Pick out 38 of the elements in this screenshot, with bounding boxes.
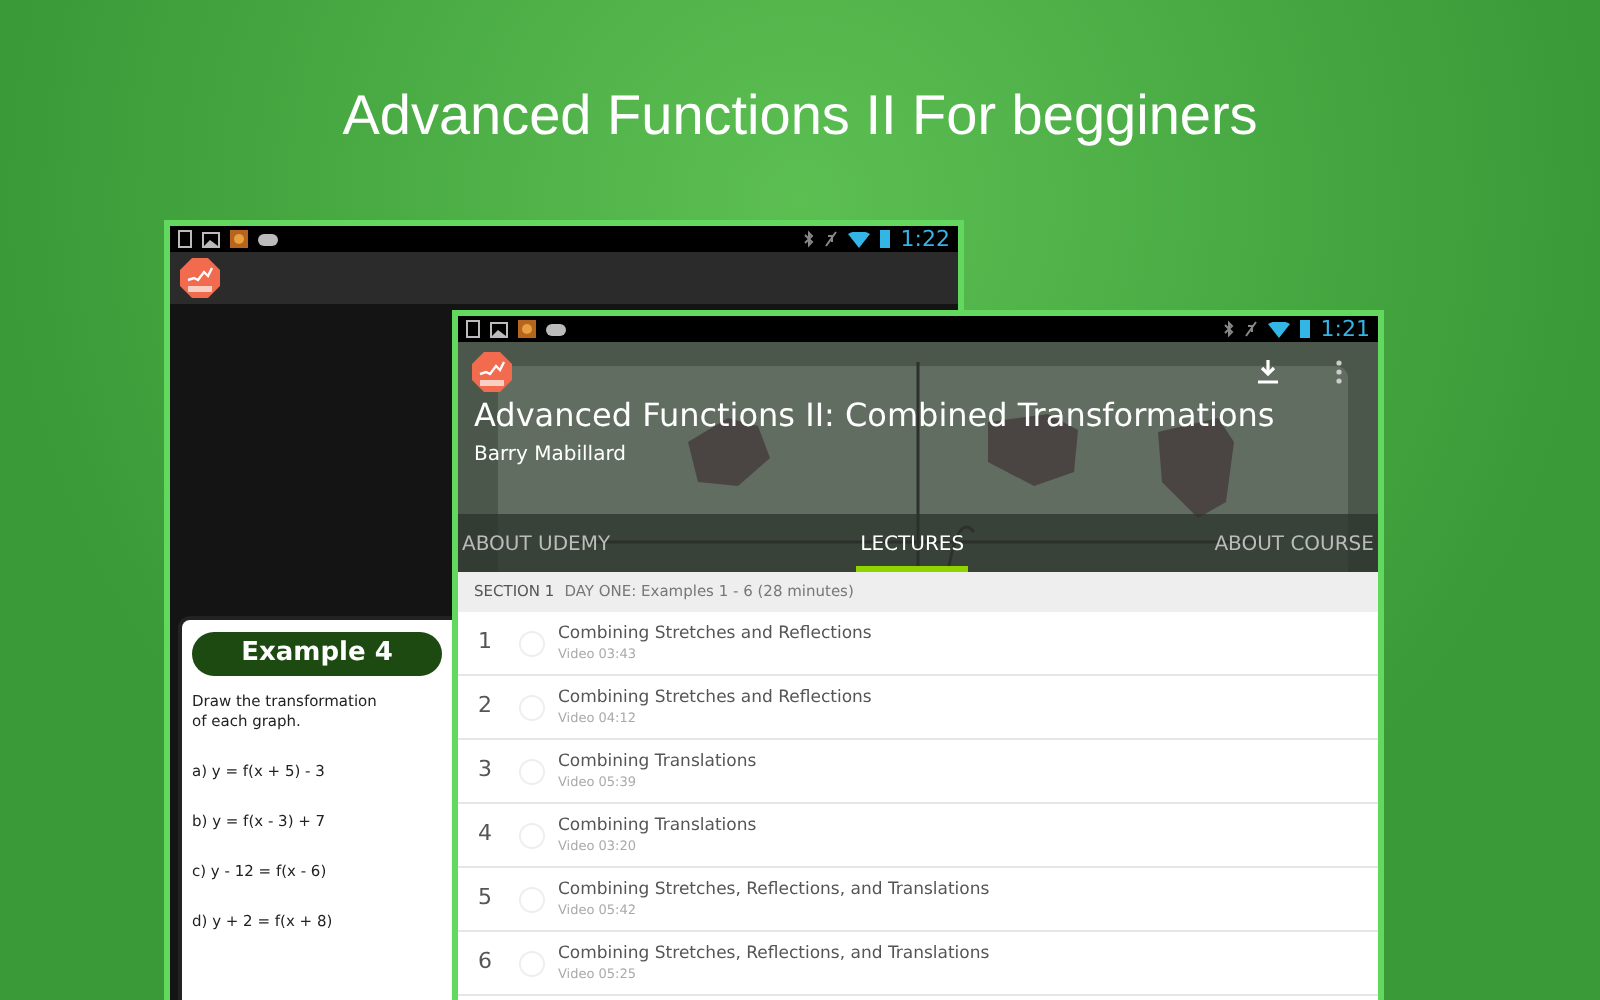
headline: Advanced Functions II For begginers [342, 82, 1258, 150]
lecture-title: Combining Stretches, Reflections, and Translations [558, 943, 990, 965]
mute-icon [1244, 320, 1259, 338]
battery-icon [1300, 320, 1311, 338]
lecture-title: Combining Stretches and Reflections [558, 623, 872, 645]
tab[interactable]: ABOUT COURSE [1210, 524, 1378, 572]
mute-icon [824, 230, 839, 248]
app-icon [230, 230, 248, 248]
bluetooth-icon [804, 230, 815, 248]
phone-icon [178, 230, 192, 248]
app-icon [518, 320, 536, 338]
course-author: Barry Mabillard [474, 442, 628, 470]
lecture-number: 6 [476, 946, 494, 979]
lecture-number: 4 [476, 818, 494, 851]
lecture-number: 1 [476, 626, 494, 659]
phone-icon [466, 320, 480, 338]
course-title: Advanced Functions II: Combined Transformations [474, 394, 1277, 438]
bluetooth-icon [1224, 320, 1235, 338]
lecture-title: Combining Translations [558, 751, 757, 773]
tab[interactable]: ABOUT UDEMY [458, 524, 615, 572]
more-icon[interactable] [1336, 360, 1342, 384]
status-time: 1:22 [900, 228, 950, 250]
slide-title: Example 4 [192, 631, 442, 676]
lecture-number: 2 [476, 690, 494, 723]
lecture-title: Combining Stretches, Reflections, and Translations [558, 879, 990, 901]
image-icon [202, 231, 220, 247]
logo-icon [178, 255, 222, 300]
battery-icon [880, 230, 891, 248]
image-icon [490, 321, 508, 337]
wifi-icon [848, 231, 871, 247]
logo-icon [470, 350, 514, 394]
status-time: 1:21 [1320, 318, 1370, 340]
wifi-icon [1268, 321, 1291, 337]
lecture-number: 3 [476, 754, 494, 787]
lecture-number: 5 [476, 882, 494, 915]
lecture-title: Combining Stretches and Reflections [558, 687, 872, 709]
download-icon[interactable] [1258, 360, 1278, 384]
lecture-title: Combining Translations [558, 815, 757, 837]
